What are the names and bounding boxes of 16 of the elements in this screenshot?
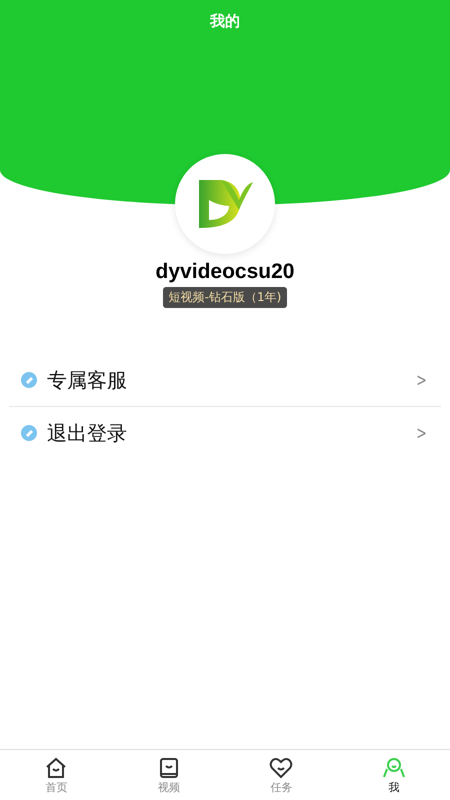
tab[interactable]: 我 (338, 750, 450, 800)
menu-item[interactable]: 退出登录 > (9, 407, 441, 459)
membership-badge: 短视频-钻石版（1年) (162, 287, 288, 308)
home-icon (44, 756, 68, 780)
menu-item-icon (21, 372, 37, 388)
tab[interactable]: 任务 (225, 750, 338, 800)
username: dyvideocsu20 (156, 260, 294, 284)
menu-item[interactable]: 专属客服 > (9, 354, 441, 406)
tab[interactable]: 视频 (112, 750, 225, 800)
menu-item-icon (21, 425, 37, 441)
tab[interactable]: 首页 (0, 750, 112, 800)
task-icon (269, 756, 294, 780)
me-icon (382, 756, 406, 780)
chevron-icon: > (416, 422, 427, 444)
chevron-icon: > (416, 370, 427, 390)
page-title: 我的 (210, 12, 240, 32)
